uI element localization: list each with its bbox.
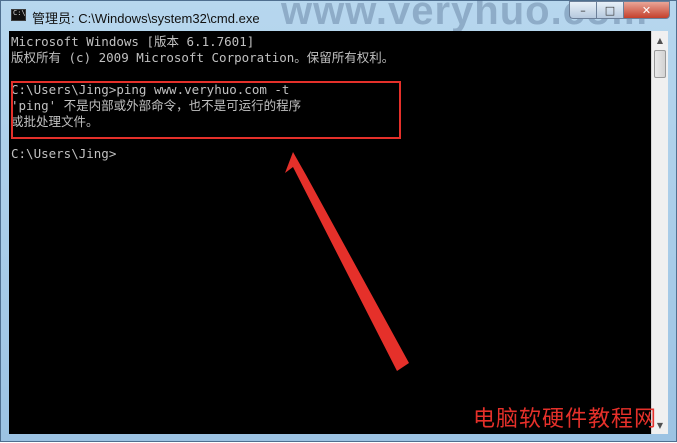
cmd-window: www.veryhuo.com 管理员: C:\Windows\system32… (0, 0, 677, 442)
watermark-bottom: 电脑软硬件教程网 (473, 407, 658, 432)
annotation-arrow-icon (285, 152, 409, 371)
